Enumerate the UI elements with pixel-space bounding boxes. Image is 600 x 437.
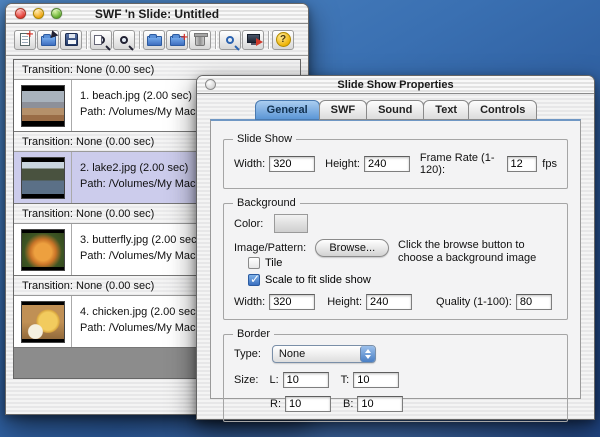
quality-input[interactable]: [515, 294, 552, 310]
new-slide-button[interactable]: +: [14, 29, 36, 50]
save-icon: [64, 33, 78, 46]
add-files-button[interactable]: +: [166, 29, 189, 50]
border-left-input[interactable]: [282, 372, 329, 388]
tile-checkbox[interactable]: [248, 257, 260, 269]
right-label: R:: [270, 398, 281, 410]
dialog-close-button[interactable]: [205, 79, 216, 90]
slide-show-group: Slide Show Width: Height: Frame Rate (1-…: [223, 133, 568, 189]
add-folder-icon: [146, 34, 162, 46]
find-slide-icon: [94, 34, 105, 45]
help-icon: ?: [275, 32, 291, 47]
minimize-button[interactable]: [33, 8, 44, 19]
quality-label: Quality (1-100):: [436, 296, 512, 308]
dialog-title: Slide Show Properties: [337, 78, 454, 91]
tab-sound[interactable]: Sound: [366, 100, 425, 120]
background-width-input[interactable]: [269, 294, 316, 310]
browse-button[interactable]: Browse...: [315, 239, 390, 257]
bg-height-label: Height:: [327, 296, 363, 308]
toolbar-divider: [139, 30, 140, 49]
magnifier-button[interactable]: [113, 29, 135, 50]
dialog-titlebar[interactable]: Slide Show Properties: [197, 76, 594, 94]
add-files-icon: +: [169, 33, 189, 46]
main-toolbar: + + ?: [6, 24, 308, 56]
tab-controls[interactable]: Controls: [468, 100, 538, 120]
preview-button[interactable]: [219, 29, 241, 50]
tab-text[interactable]: Text: [423, 100, 470, 120]
main-titlebar[interactable]: SWF 'n Slide: Untitled: [6, 4, 308, 24]
find-slide-button[interactable]: [90, 29, 112, 50]
color-label: Color:: [234, 217, 264, 230]
fps-label: fps: [542, 158, 557, 170]
popup-stepper-icon: [359, 346, 375, 362]
save-button[interactable]: [60, 29, 82, 50]
border-bottom-input[interactable]: [357, 396, 404, 412]
export-movie-button[interactable]: [242, 29, 264, 50]
slideshow-height-input[interactable]: [363, 156, 410, 172]
trash-icon: [194, 33, 208, 46]
open-project-button[interactable]: [37, 29, 59, 50]
height-label: Height:: [325, 158, 360, 170]
border-type-value: None: [278, 348, 306, 360]
chicken-thumbnail: [20, 300, 65, 343]
help-button[interactable]: ?: [272, 29, 294, 50]
tile-label: Tile: [265, 257, 283, 269]
window-controls: [15, 8, 62, 19]
bottom-label: B:: [343, 398, 354, 410]
browse-hint-text: Click the browse button to choose a back…: [398, 239, 537, 264]
butterfly-thumbnail: [20, 228, 65, 271]
border-group: Border Type: None Size: L: T: R:: [223, 328, 568, 422]
add-folder-button[interactable]: [143, 29, 165, 50]
export-movie-icon: [246, 33, 263, 46]
slide-show-legend: Slide Show: [233, 133, 297, 145]
border-type-popup[interactable]: None: [271, 345, 376, 363]
border-type-label: Type:: [234, 348, 261, 360]
close-button[interactable]: [15, 8, 26, 19]
border-legend: Border: [233, 328, 275, 340]
slide-show-properties-dialog: Slide Show Properties General SWF Sound …: [196, 75, 595, 422]
magnifier-icon: [120, 35, 128, 44]
new-slide-icon: +: [20, 30, 34, 46]
scale-to-fit-checkbox[interactable]: [248, 272, 260, 286]
border-top-input[interactable]: [353, 372, 400, 388]
slideshow-width-input[interactable]: [269, 156, 316, 172]
lake-thumbnail: [20, 156, 65, 199]
frame-rate-input[interactable]: [506, 156, 537, 172]
tab-general[interactable]: General: [254, 100, 320, 120]
dialog-tabs: General SWF Sound Text Controls: [197, 100, 594, 120]
bg-width-label: Width:: [234, 296, 266, 308]
background-height-input[interactable]: [366, 294, 413, 310]
toolbar-divider: [268, 30, 269, 49]
scale-to-fit-label: Scale to fit slide show: [265, 274, 371, 286]
tab-swf[interactable]: SWF: [318, 100, 368, 120]
zoom-button[interactable]: [51, 8, 62, 19]
toolbar-divider: [86, 30, 87, 49]
border-right-input[interactable]: [285, 396, 331, 412]
beach-thumbnail: [20, 84, 65, 127]
background-color-well[interactable]: [274, 214, 309, 233]
open-project-icon: [40, 30, 58, 46]
image-pattern-label: Image/Pattern:: [234, 242, 307, 254]
preview-icon: [226, 35, 234, 44]
background-group: Background Color: Image/Pattern: Browse.…: [223, 197, 568, 320]
size-label: Size:: [234, 374, 259, 386]
frame-rate-label: Frame Rate (1-120):: [419, 152, 495, 176]
background-legend: Background: [233, 197, 300, 209]
width-label: Width:: [234, 158, 266, 170]
toolbar-divider: [215, 30, 216, 49]
delete-button[interactable]: [189, 29, 211, 50]
top-label: T:: [340, 374, 350, 386]
left-label: L:: [269, 374, 279, 386]
general-tab-panel: Slide Show Width: Height: Frame Rate (1-…: [210, 119, 581, 422]
